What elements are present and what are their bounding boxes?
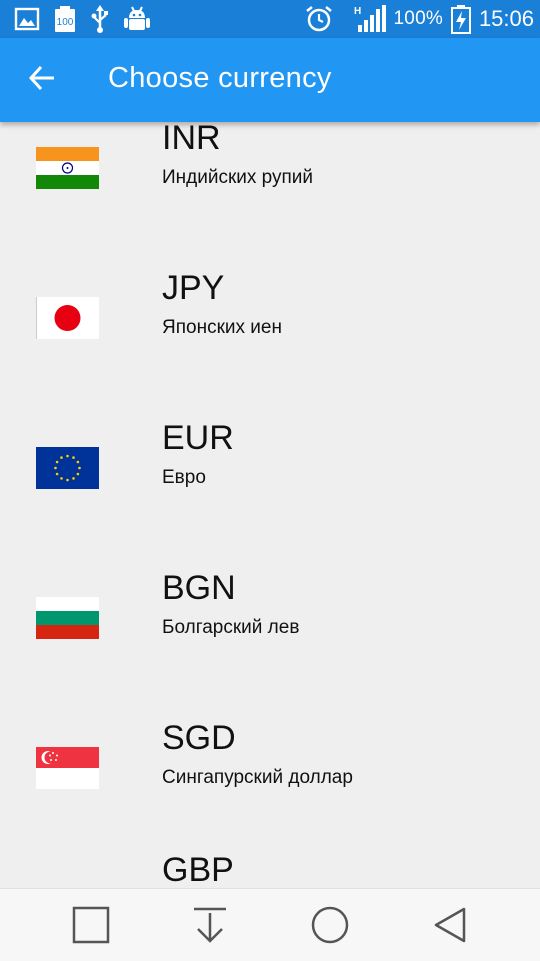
home-button[interactable] bbox=[306, 903, 354, 951]
japan-flag bbox=[36, 297, 99, 339]
battery-100-icon: 100 bbox=[54, 5, 76, 33]
eu-flag bbox=[36, 447, 99, 489]
currency-item-sgd[interactable]: SGD Сингапурский доллар bbox=[0, 668, 540, 818]
currency-item-jpy[interactable]: JPY Японских иен bbox=[0, 218, 540, 368]
currency-item-bgn[interactable]: BGN Болгарский лев bbox=[0, 518, 540, 668]
navigation-bar bbox=[0, 888, 540, 961]
android-debug-icon bbox=[124, 5, 150, 33]
currency-name: Сингапурский доллар bbox=[162, 767, 353, 788]
currency-item-gbp[interactable]: GBP bbox=[0, 818, 540, 888]
currency-name: Индийских рупий bbox=[162, 167, 314, 188]
status-right-icons: H 100% 15:06 bbox=[304, 4, 534, 34]
nav-back-button[interactable] bbox=[426, 903, 474, 951]
back-icon bbox=[430, 905, 470, 950]
eu-star bbox=[55, 460, 59, 464]
eu-star bbox=[72, 477, 75, 480]
signal-icon: H bbox=[354, 5, 386, 33]
eu-star bbox=[72, 456, 75, 459]
download-button[interactable] bbox=[186, 903, 234, 951]
image-icon bbox=[14, 7, 40, 31]
recent-apps-button[interactable] bbox=[67, 903, 115, 951]
battery-badge-text: 100 bbox=[57, 17, 74, 28]
currency-code: GBP bbox=[162, 851, 234, 888]
currency-item-eur[interactable]: EUR Евро bbox=[0, 368, 540, 518]
alarm-icon bbox=[304, 4, 334, 34]
singapore-flag bbox=[36, 747, 99, 789]
currency-code: INR bbox=[162, 122, 221, 157]
status-bar: 100 H 100% 15:06 bbox=[0, 0, 540, 38]
network-type-label: H bbox=[354, 6, 361, 17]
currency-code: JPY bbox=[162, 269, 225, 307]
app-bar: Choose currency bbox=[0, 38, 540, 122]
currency-code: BGN bbox=[162, 569, 236, 607]
eu-star bbox=[76, 460, 80, 464]
currency-name: Болгарский лев bbox=[162, 617, 300, 638]
eu-star bbox=[54, 466, 57, 470]
eu-star bbox=[66, 454, 69, 458]
currency-name: Японских иен bbox=[162, 317, 282, 338]
currency-code: SGD bbox=[162, 719, 236, 757]
status-left-icons: 100 bbox=[14, 5, 150, 33]
battery-charging-icon bbox=[450, 4, 471, 34]
recent-apps-icon bbox=[71, 905, 111, 950]
india-flag bbox=[36, 147, 99, 189]
page-title: Choose currency bbox=[108, 62, 332, 94]
back-button[interactable] bbox=[14, 54, 70, 106]
eu-star bbox=[76, 472, 80, 476]
eu-star bbox=[78, 466, 81, 470]
bulgaria-flag bbox=[36, 597, 99, 639]
currency-code: EUR bbox=[162, 419, 234, 457]
currency-item-inr[interactable]: INR Индийских рупий bbox=[0, 122, 540, 218]
eu-star bbox=[55, 472, 59, 476]
download-icon bbox=[190, 905, 230, 950]
eu-star bbox=[66, 478, 69, 482]
currency-list: INR Индийских рупий JPY Японских иен EUR… bbox=[0, 122, 540, 888]
eu-star bbox=[60, 477, 63, 480]
clock-time: 15:06 bbox=[478, 6, 534, 31]
arrow-left-icon bbox=[28, 64, 56, 97]
battery-percent: 100% bbox=[393, 8, 443, 29]
home-icon bbox=[310, 905, 350, 950]
eu-star bbox=[60, 456, 63, 459]
currency-name: Евро bbox=[162, 467, 206, 488]
usb-icon bbox=[90, 5, 110, 33]
